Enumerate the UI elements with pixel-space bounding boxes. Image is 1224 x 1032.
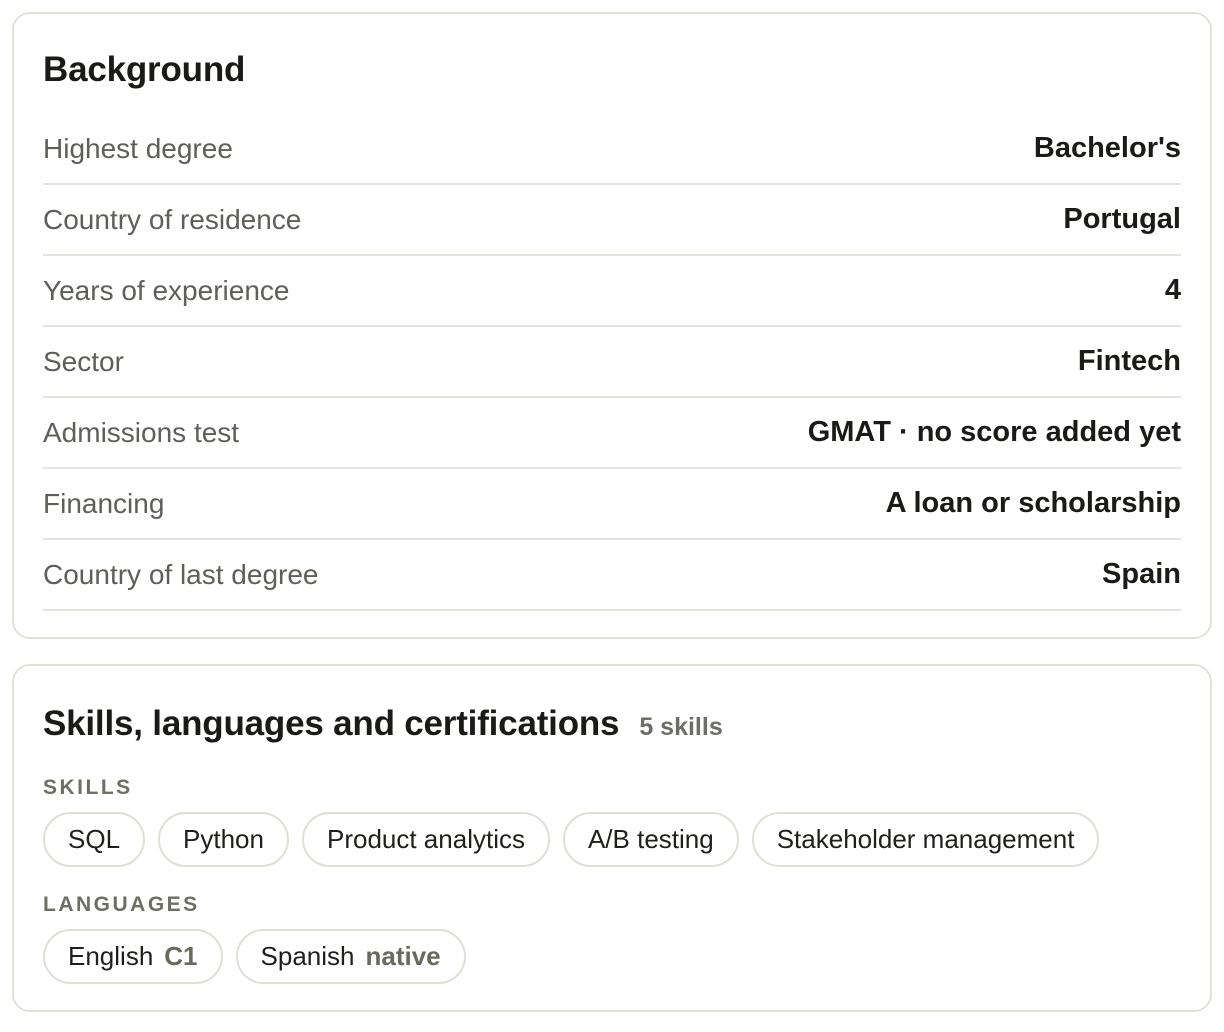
background-card: Background Highest degree Bachelor's Cou… bbox=[12, 12, 1212, 639]
skills-title: Skills, languages and certifications bbox=[43, 704, 620, 743]
skills-chips: SQL Python Product analytics A/B testing… bbox=[43, 812, 1181, 867]
background-rows: Highest degree Bachelor's Country of res… bbox=[43, 114, 1181, 611]
skill-chip-ab-testing[interactable]: A/B testing bbox=[562, 812, 739, 867]
row-admissions-test: Admissions test GMAT · no score added ye… bbox=[43, 398, 1181, 469]
row-value: A loan or scholarship bbox=[885, 487, 1181, 519]
row-label: Admissions test bbox=[43, 416, 240, 448]
row-label: Country of residence bbox=[43, 203, 302, 235]
language-level: C1 bbox=[164, 941, 198, 971]
row-label: Sector bbox=[43, 345, 124, 377]
skill-chip-stakeholder-management[interactable]: Stakeholder management bbox=[751, 812, 1100, 867]
background-title: Background bbox=[43, 50, 246, 89]
skills-count: 5 skills bbox=[639, 713, 723, 741]
row-value: Fintech bbox=[1077, 345, 1181, 377]
row-label: Country of last degree bbox=[43, 558, 319, 590]
row-value: Bachelor's bbox=[1033, 132, 1181, 164]
skills-title-line: Skills, languages and certifications 5 s… bbox=[43, 702, 1181, 746]
row-financing: Financing A loan or scholarship bbox=[43, 469, 1181, 540]
language-chips: English C1 Spanish native bbox=[43, 929, 1181, 984]
row-label: Years of experience bbox=[43, 274, 290, 306]
row-value: Spain bbox=[1102, 558, 1181, 590]
row-country-of-residence: Country of residence Portugal bbox=[43, 185, 1181, 256]
languages-label: LANGUAGES bbox=[43, 893, 200, 916]
language-level: native bbox=[365, 941, 441, 971]
row-label: Highest degree bbox=[43, 132, 233, 164]
row-years-of-experience: Years of experience 4 bbox=[43, 256, 1181, 327]
row-country-of-last-degree: Country of last degree Spain bbox=[43, 540, 1181, 611]
skill-chip-product-analytics[interactable]: Product analytics bbox=[301, 812, 550, 867]
language-chip-spanish[interactable]: Spanish native bbox=[235, 929, 466, 984]
row-value: Portugal bbox=[1063, 203, 1181, 235]
language-name: Spanish bbox=[260, 941, 355, 971]
row-value: GMAT · no score added yet bbox=[807, 416, 1181, 448]
row-sector: Sector Fintech bbox=[43, 327, 1181, 398]
row-label: Financing bbox=[43, 487, 165, 519]
language-chip-english[interactable]: English C1 bbox=[43, 929, 223, 984]
skills-label: SKILLS bbox=[43, 776, 133, 799]
row-value: 4 bbox=[1164, 274, 1181, 306]
row-highest-degree: Highest degree Bachelor's bbox=[43, 114, 1181, 185]
language-name: English bbox=[68, 941, 154, 971]
skills-card: Skills, languages and certifications 5 s… bbox=[12, 664, 1212, 1012]
skill-chip-python[interactable]: Python bbox=[158, 812, 289, 867]
skill-chip-sql[interactable]: SQL bbox=[43, 812, 146, 867]
